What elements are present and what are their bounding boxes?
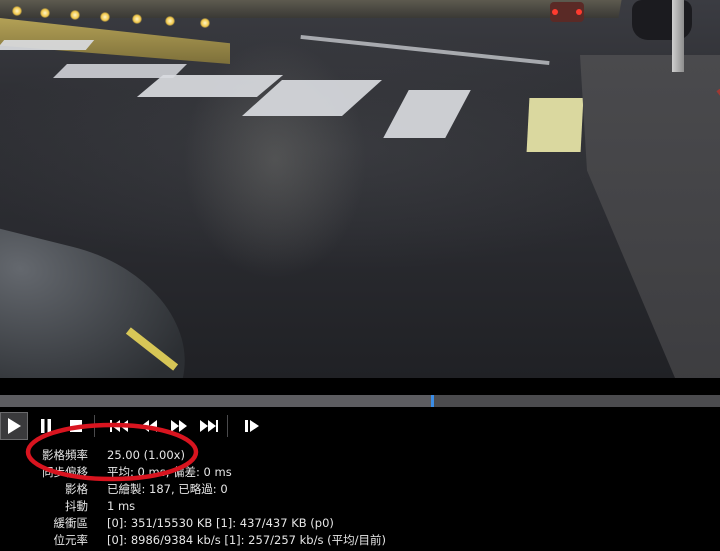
play-button[interactable] [0, 412, 28, 440]
seek-thumb[interactable] [431, 395, 434, 407]
stat-label: 抖動 [65, 499, 88, 513]
stat-bitrate: 位元率 [0]: 8986/9384 kb/s [1]: 257/257 kb/… [0, 531, 720, 549]
street-lamp [200, 18, 210, 28]
seek-bar[interactable] [0, 395, 720, 407]
stat-label: 位元率 [53, 533, 89, 547]
fast-forward-icon [171, 420, 187, 432]
stop-button[interactable] [64, 413, 88, 439]
stat-value: 平均: 0 ms, 偏差: 0 ms [107, 465, 232, 479]
playback-stats: 影格頻率 25.00 (1.00x) 同步偏移 平均: 0 ms, 偏差: 0 … [0, 446, 720, 551]
crosswalk-stripe [0, 40, 95, 50]
stat-jitter: 抖動 1 ms [0, 497, 720, 515]
stat-frame-rate: 影格頻率 25.00 (1.00x) [0, 446, 720, 464]
crosswalk-stripe [526, 98, 584, 152]
stop-icon [70, 420, 82, 432]
toolbar-separator [94, 415, 95, 437]
stat-sync-offset: 同步偏移 平均: 0 ms, 偏差: 0 ms [0, 463, 720, 481]
stat-value: 已繪製: 187, 已略過: 0 [107, 482, 228, 496]
fast-forward-button[interactable] [167, 413, 191, 439]
street-lamp [40, 8, 50, 18]
sidewalk [580, 55, 720, 378]
pause-button[interactable] [34, 413, 58, 439]
previous-button[interactable] [107, 413, 131, 439]
stat-label: 影格頻率 [42, 448, 88, 462]
crosswalk-stripe [136, 75, 284, 97]
frame-step-button[interactable] [240, 413, 264, 439]
next-button[interactable] [197, 413, 221, 439]
stat-frames: 影格 已繪製: 187, 已略過: 0 [0, 480, 720, 498]
skip-back-icon [110, 420, 128, 432]
seek-played [0, 395, 432, 407]
stat-buffers: 緩衝區 [0]: 351/15530 KB [1]: 437/437 KB (p… [0, 514, 720, 532]
stat-value: 1 ms [107, 499, 136, 513]
street-lamp [12, 6, 22, 16]
rewind-button[interactable] [137, 413, 161, 439]
road-curb [0, 0, 622, 18]
stat-label: 影格 [65, 482, 88, 496]
street-lamp [70, 10, 80, 20]
distant-car [550, 2, 584, 22]
stat-label: 同步偏移 [42, 465, 88, 479]
stat-value: [0]: 8986/9384 kb/s [1]: 257/257 kb/s (平… [107, 533, 386, 547]
stat-label: 緩衝區 [53, 516, 89, 530]
car-hood [0, 224, 208, 378]
play-icon [8, 418, 21, 434]
crosswalk-stripe [383, 90, 471, 138]
street-lamp [132, 14, 142, 24]
stat-value: 25.00 (1.00x) [107, 448, 185, 462]
toolbar-separator [227, 415, 228, 437]
pause-icon [41, 419, 51, 433]
street-lamp [165, 16, 175, 26]
stat-value: [0]: 351/15530 KB [1]: 437/437 KB (p0) [107, 516, 334, 530]
street-lamp [100, 12, 110, 22]
street-pole [672, 0, 684, 72]
rewind-icon [141, 420, 157, 432]
skip-forward-icon [200, 420, 218, 432]
video-frame [0, 0, 720, 378]
playback-toolbar [0, 410, 720, 442]
frame-step-icon [245, 420, 259, 432]
stop-line [300, 34, 550, 66]
